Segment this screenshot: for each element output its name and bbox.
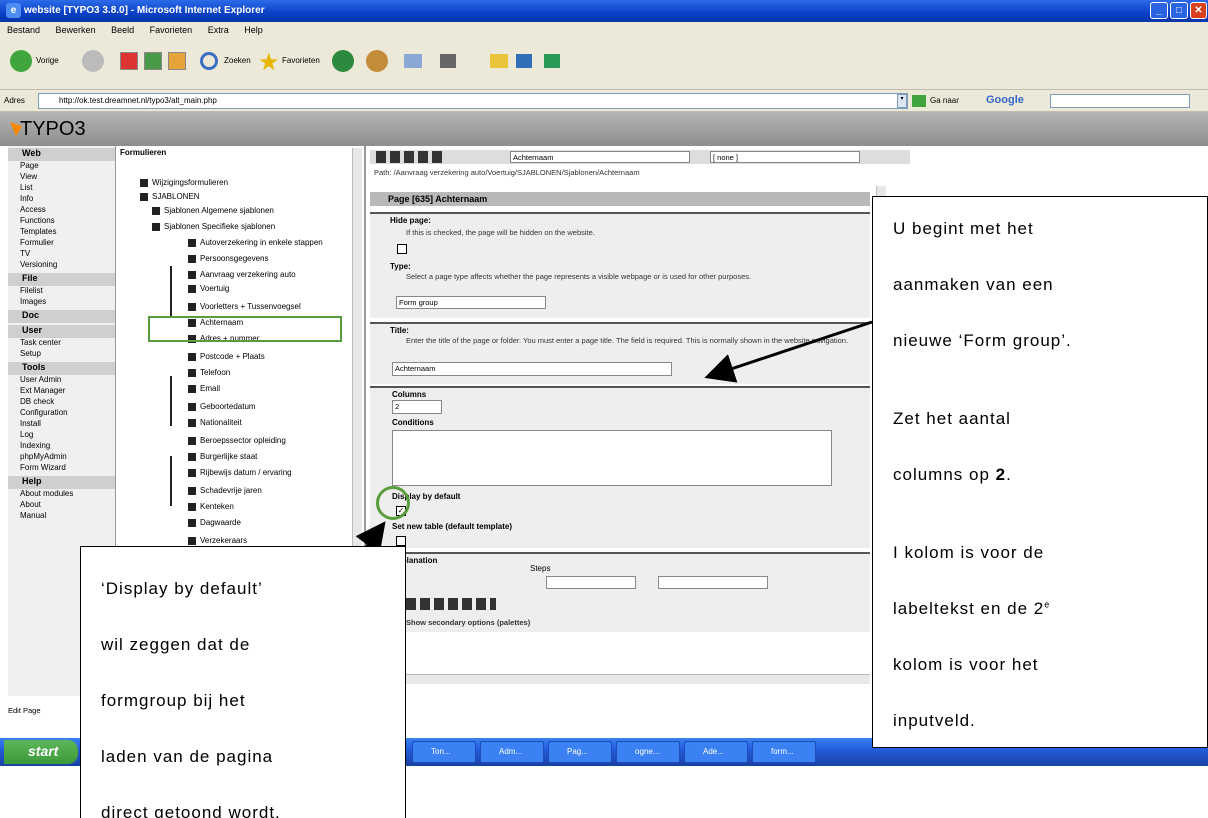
callout-left-line: laden van de pagina (101, 747, 274, 766)
callout-labeltekst-text: labeltekst en de 2 (893, 599, 1045, 618)
callout-right-line: U begint met het (893, 219, 1034, 238)
callout-right-line: kolom is voor het (893, 655, 1039, 674)
callout-sup: e (1044, 599, 1051, 610)
callout-right-line: I kolom is voor de (893, 543, 1045, 562)
callout-left-line: formgroup bij het (101, 691, 246, 710)
callout-right-line: labeltekst en de 2e (893, 599, 1050, 619)
callout-right-line: aanmaken van een (893, 275, 1054, 294)
columns-callout: U begint met het aanmaken van een nieuwe… (872, 196, 1208, 748)
callout-columns-text: columns op (893, 465, 996, 484)
columns-arrow (704, 320, 873, 383)
callout-right-line: inputveld. (893, 711, 976, 730)
callout-right-line: Zet het aantal (893, 409, 1011, 428)
callout-left-line: ‘Display by default’ (101, 579, 263, 598)
display-callout: ‘Display by default’ wil zeggen dat de f… (80, 546, 406, 818)
callout-left-line: direct getoond wordt. (101, 803, 281, 818)
callout-right-line: nieuwe ‘Form group’. (893, 331, 1072, 350)
callout-right-line: columns op 2. (893, 465, 1012, 485)
callout-columns-bold: 2 (995, 465, 1007, 484)
callout-columns-period: . (1006, 465, 1012, 484)
callout-left-line: wil zeggen dat de (101, 635, 251, 654)
